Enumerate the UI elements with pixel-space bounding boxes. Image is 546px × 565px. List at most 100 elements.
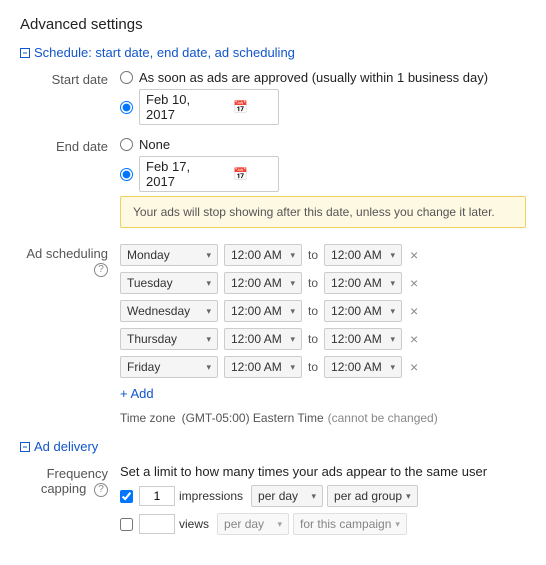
end-date-none-radio[interactable] bbox=[120, 138, 133, 151]
sched-end-dropdown-3[interactable]: 12:00 AM ▾ bbox=[324, 328, 402, 350]
freq-row2-checkbox[interactable] bbox=[120, 518, 133, 531]
sched-day-arrow-4: ▾ bbox=[206, 362, 211, 373]
sched-start-arrow-3: ▾ bbox=[290, 334, 295, 345]
freq-row1-number[interactable] bbox=[139, 486, 175, 506]
sched-line-1: Tuesday ▾ 12:00 AM ▾ to 12:00 AM ▾ × bbox=[120, 272, 526, 294]
end-date-value: Feb 17, 2017 bbox=[146, 159, 209, 189]
sched-to-text-1: to bbox=[308, 276, 318, 290]
sched-day-dropdown-3[interactable]: Thursday ▾ bbox=[120, 328, 218, 350]
sched-end-label-0: 12:00 AM bbox=[331, 248, 382, 262]
sched-day-dropdown-2[interactable]: Wednesday ▾ bbox=[120, 300, 218, 322]
sched-remove-1[interactable]: × bbox=[410, 276, 418, 290]
sched-start-dropdown-4[interactable]: 12:00 AM ▾ bbox=[224, 356, 302, 378]
frequency-row-2: views per day ▾ for this campaign ▾ bbox=[120, 513, 526, 535]
sched-day-arrow-2: ▾ bbox=[206, 306, 211, 317]
freq-row2-number[interactable] bbox=[139, 514, 175, 534]
sched-day-dropdown-4[interactable]: Friday ▾ bbox=[120, 356, 218, 378]
sched-end-dropdown-0[interactable]: 12:00 AM ▾ bbox=[324, 244, 402, 266]
sched-to-text-2: to bbox=[308, 304, 318, 318]
ad-delivery-collapse-icon[interactable] bbox=[20, 442, 30, 452]
add-scheduling-link[interactable]: + Add bbox=[120, 386, 154, 401]
start-date-field[interactable]: Feb 10, 2017 📅 bbox=[139, 89, 279, 125]
freq-row2-period-label: per day bbox=[224, 517, 264, 531]
freq-row1-scope-dropdown[interactable]: per ad group ▾ bbox=[327, 485, 418, 507]
sched-day-label-0: Monday bbox=[127, 248, 170, 262]
end-date-custom-radio[interactable] bbox=[120, 168, 133, 181]
timezone-row: Time zone (GMT-05:00) Eastern Time (cann… bbox=[120, 411, 526, 425]
end-date-content: None Feb 17, 2017 📅 Your ads will stop s… bbox=[120, 137, 526, 236]
ad-delivery-toggle[interactable]: Ad delivery bbox=[34, 439, 98, 454]
end-date-warning: Your ads will stop showing after this da… bbox=[120, 196, 526, 228]
sched-to-text-0: to bbox=[308, 248, 318, 262]
sched-start-dropdown-1[interactable]: 12:00 AM ▾ bbox=[224, 272, 302, 294]
sched-day-label-4: Friday bbox=[127, 360, 160, 374]
sched-remove-2[interactable]: × bbox=[410, 304, 418, 318]
sched-remove-3[interactable]: × bbox=[410, 332, 418, 346]
frequency-capping-label: Frequency capping ? bbox=[20, 464, 120, 497]
timezone-value: (GMT-05:00) Eastern Time bbox=[182, 411, 324, 425]
end-date-field[interactable]: Feb 17, 2017 📅 bbox=[139, 156, 279, 192]
ad-scheduling-help-icon[interactable]: ? bbox=[94, 263, 108, 277]
sched-end-label-1: 12:00 AM bbox=[331, 276, 382, 290]
sched-end-dropdown-1[interactable]: 12:00 AM ▾ bbox=[324, 272, 402, 294]
sched-start-dropdown-0[interactable]: 12:00 AM ▾ bbox=[224, 244, 302, 266]
schedule-section: Schedule: start date, end date, ad sched… bbox=[20, 45, 526, 425]
sched-line-0: Monday ▾ 12:00 AM ▾ to 12:00 AM ▾ × bbox=[120, 244, 526, 266]
sched-end-arrow-0: ▾ bbox=[390, 250, 395, 261]
sched-end-arrow-3: ▾ bbox=[390, 334, 395, 345]
sched-start-label-3: 12:00 AM bbox=[231, 332, 282, 346]
freq-row2-period-arrow: ▾ bbox=[277, 519, 282, 530]
scheduling-rows: Monday ▾ 12:00 AM ▾ to 12:00 AM ▾ × Tues… bbox=[120, 244, 526, 378]
sched-day-dropdown-0[interactable]: Monday ▾ bbox=[120, 244, 218, 266]
freq-row1-checkbox[interactable] bbox=[120, 490, 133, 503]
sched-end-dropdown-4[interactable]: 12:00 AM ▾ bbox=[324, 356, 402, 378]
end-date-calendar-icon[interactable]: 📅 bbox=[209, 167, 272, 181]
ad-scheduling-content: Monday ▾ 12:00 AM ▾ to 12:00 AM ▾ × Tues… bbox=[120, 244, 526, 425]
page-title: Advanced settings bbox=[20, 16, 526, 33]
freq-row1-scope-arrow: ▾ bbox=[406, 491, 411, 502]
frequency-capping-row: Frequency capping ? Set a limit to how m… bbox=[20, 464, 526, 541]
sched-end-arrow-4: ▾ bbox=[390, 362, 395, 373]
sched-start-dropdown-2[interactable]: 12:00 AM ▾ bbox=[224, 300, 302, 322]
sched-end-arrow-1: ▾ bbox=[390, 278, 395, 289]
start-date-asap-radio[interactable] bbox=[120, 71, 133, 84]
freq-row2-scope-label: for this campaign bbox=[300, 517, 391, 531]
sched-start-arrow-4: ▾ bbox=[290, 362, 295, 373]
freq-row1-unit: impressions bbox=[179, 489, 243, 503]
end-date-row: End date None Feb 17, 2017 📅 Your ads wi… bbox=[20, 137, 526, 236]
freq-row2-period-dropdown[interactable]: per day ▾ bbox=[217, 513, 289, 535]
start-date-calendar-icon[interactable]: 📅 bbox=[209, 100, 272, 114]
schedule-collapse-icon[interactable] bbox=[20, 48, 30, 58]
sched-start-label-0: 12:00 AM bbox=[231, 248, 282, 262]
frequency-capping-description: Set a limit to how many times your ads a… bbox=[120, 464, 526, 479]
frequency-row-1: impressions per day ▾ per ad group ▾ bbox=[120, 485, 526, 507]
sched-remove-0[interactable]: × bbox=[410, 248, 418, 262]
sched-end-arrow-2: ▾ bbox=[390, 306, 395, 317]
sched-day-label-2: Wednesday bbox=[127, 304, 190, 318]
start-date-content: As soon as ads are approved (usually wit… bbox=[120, 70, 526, 129]
ad-scheduling-row: Ad scheduling ? Monday ▾ 12:00 AM ▾ to 1… bbox=[20, 244, 526, 425]
sched-day-dropdown-1[interactable]: Tuesday ▾ bbox=[120, 272, 218, 294]
sched-to-text-4: to bbox=[308, 360, 318, 374]
sched-day-arrow-1: ▾ bbox=[206, 278, 211, 289]
sched-end-dropdown-2[interactable]: 12:00 AM ▾ bbox=[324, 300, 402, 322]
sched-remove-4[interactable]: × bbox=[410, 360, 418, 374]
sched-day-label-3: Thursday bbox=[127, 332, 177, 346]
sched-end-label-4: 12:00 AM bbox=[331, 360, 382, 374]
freq-row1-period-arrow: ▾ bbox=[312, 491, 317, 502]
ad-scheduling-label: Ad scheduling bbox=[26, 246, 108, 261]
timezone-note: (cannot be changed) bbox=[328, 411, 438, 425]
sched-end-label-2: 12:00 AM bbox=[331, 304, 382, 318]
ad-scheduling-label-col: Ad scheduling ? bbox=[20, 244, 120, 277]
schedule-toggle[interactable]: Schedule: start date, end date, ad sched… bbox=[34, 45, 295, 60]
freq-row2-scope-arrow: ▾ bbox=[395, 519, 400, 530]
sched-start-dropdown-3[interactable]: 12:00 AM ▾ bbox=[224, 328, 302, 350]
start-date-custom-radio[interactable] bbox=[120, 101, 133, 114]
sched-start-arrow-1: ▾ bbox=[290, 278, 295, 289]
freq-row1-period-dropdown[interactable]: per day ▾ bbox=[251, 485, 323, 507]
end-date-label: End date bbox=[20, 137, 120, 154]
sched-start-label-4: 12:00 AM bbox=[231, 360, 282, 374]
sched-line-3: Thursday ▾ 12:00 AM ▾ to 12:00 AM ▾ × bbox=[120, 328, 526, 350]
frequency-capping-help-icon[interactable]: ? bbox=[94, 483, 108, 497]
freq-row2-scope-dropdown[interactable]: for this campaign ▾ bbox=[293, 513, 407, 535]
